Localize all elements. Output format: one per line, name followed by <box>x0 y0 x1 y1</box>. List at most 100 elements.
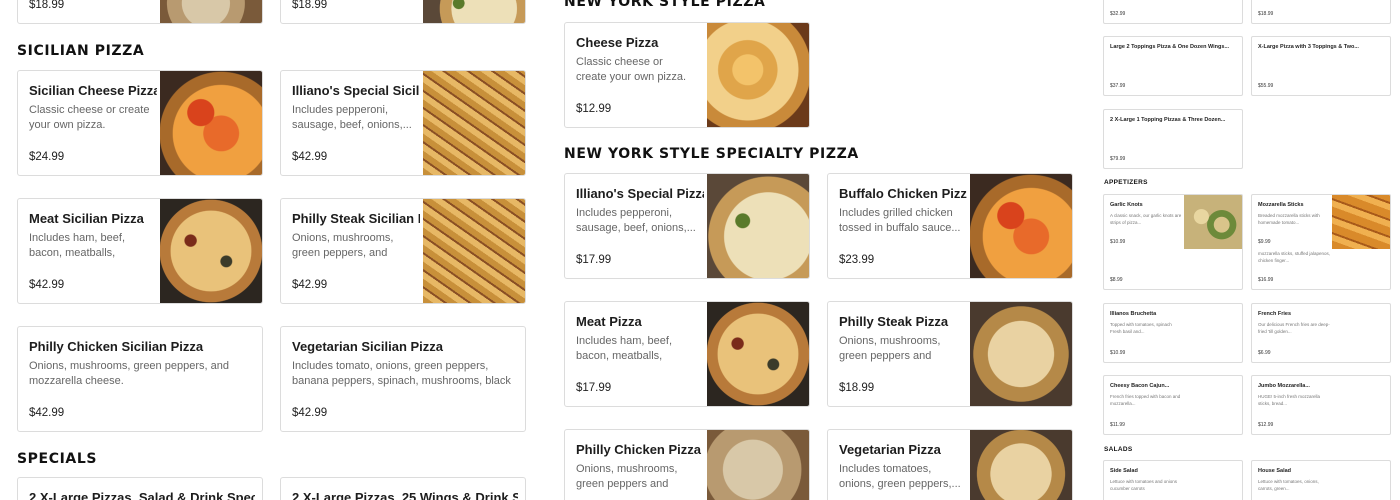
item-price: $32.99 <box>1110 11 1126 17</box>
section-heading-salads: SALADS <box>1104 446 1133 453</box>
item-description: Breaded mozzarella sticks with homemade … <box>1258 213 1320 225</box>
item-description: Classic cheese or create your own pizza. <box>29 104 150 131</box>
item-name: Meat Pizza <box>576 314 642 329</box>
menu-item-philly-steak-sicilian[interactable]: Philly Steak Sicilian Pizza Onions, mush… <box>280 198 526 304</box>
item-price: $17.99 <box>576 254 612 266</box>
item-name: X-Large Pizza with 3 Toppings & Two... <box>1258 44 1359 50</box>
item-name: French Fries <box>1258 311 1292 317</box>
item-price: $11.99 <box>1110 422 1125 428</box>
item-photo <box>970 430 1072 500</box>
menu-item-cheese-pizza[interactable]: Cheese Pizza Classic cheese or create yo… <box>564 22 810 128</box>
menu-item-meat-pizza[interactable]: Meat Pizza Includes ham, beef, bacon, me… <box>564 301 810 407</box>
appetizer-card-bruchetta[interactable]: Illianos Bruchetta Topped with tomatoes,… <box>1103 303 1243 363</box>
item-name: Vegetarian Pizza <box>839 442 941 457</box>
item-name: Philly Steak Sicilian Pizza <box>292 211 420 226</box>
menu-item-special-salad[interactable]: 2 X-Large Pizzas, Salad & Drink Special <box>17 477 263 500</box>
item-price: $42.99 <box>292 151 328 163</box>
item-price: $9.99 <box>1258 239 1271 245</box>
item-price: $79.99 <box>1110 156 1126 162</box>
salad-card-side[interactable]: Side Salad Lettuce with tomatoes and oni… <box>1103 460 1243 500</box>
menu-item-card[interactable]: $18.99 <box>280 0 526 24</box>
item-photo <box>970 302 1072 406</box>
item-price-secondary: $16.99 <box>1258 277 1274 283</box>
item-description: Lettuce with tomatoes and onions cucumbe… <box>1110 479 1178 491</box>
item-photo <box>160 0 262 23</box>
item-price: $42.99 <box>29 407 65 419</box>
menu-item-sicilian-cheese[interactable]: Sicilian Cheese Pizza Classic cheese or … <box>17 70 263 176</box>
item-name: Philly Chicken Pizza <box>576 442 701 457</box>
item-name: 2 X-Large 1 Topping Pizzas & Three Dozen… <box>1110 117 1226 123</box>
item-name: Vegetarian Sicilian Pizza <box>292 339 444 354</box>
item-description: Includes tomatoes, onions, green peppers… <box>839 463 961 490</box>
item-photo <box>707 430 809 500</box>
item-description: Includes pepperoni, sausage, beef, onion… <box>576 207 696 234</box>
item-name: Illiano's Special Pizza <box>576 186 704 201</box>
item-name: Illiano's Special Sicilian Pizza <box>292 83 420 98</box>
item-description: French fries topped with bacon and mozza… <box>1110 394 1181 406</box>
item-name: Philly Steak Pizza <box>839 314 949 329</box>
item-price: $23.99 <box>839 254 875 266</box>
item-price-secondary: $8.99 <box>1110 277 1123 283</box>
item-price: $12.99 <box>1258 422 1274 428</box>
special-card[interactable]: X-Large Pizza with 3 Toppings & Two... $… <box>1251 36 1391 96</box>
item-price: $18.99 <box>29 0 65 11</box>
special-card[interactable]: $32.99 <box>1103 0 1243 24</box>
item-description-secondary: mozzarella sticks, stuffed jalapenos, ch… <box>1258 251 1330 263</box>
special-card[interactable]: 2 X-Large 1 Topping Pizzas & Three Dozen… <box>1103 109 1243 169</box>
item-name: 2 X-Large Pizzas, Salad & Drink Special <box>29 490 255 500</box>
section-heading-sicilian: SICILIAN PIZZA <box>17 43 145 59</box>
item-description: Includes ham, beef, bacon, meatballs, sa… <box>576 335 673 366</box>
menu-item-illianos-special[interactable]: Illiano's Special Pizza Includes peppero… <box>564 173 810 279</box>
menu-item-meat-sicilian[interactable]: Meat Sicilian Pizza Includes ham, beef, … <box>17 198 263 304</box>
appetizer-card-mozzarella-sticks[interactable]: Mozzarella Sticks Breaded mozzarella sti… <box>1251 194 1391 290</box>
menu-item-philly-chicken[interactable]: Philly Chicken Pizza Onions, mushrooms, … <box>564 429 810 500</box>
menu-item-special-wings[interactable]: 2 X-Large Pizzas, 25 Wings & Drink Speci… <box>280 477 526 500</box>
item-price: $37.99 <box>1110 83 1126 89</box>
item-price: $12.99 <box>576 103 612 115</box>
item-price: $10.99 <box>1110 239 1126 245</box>
item-description: Onions, mushrooms, green peppers, and mo… <box>29 360 229 387</box>
menu-item-philly-chicken-sicilian[interactable]: Philly Chicken Sicilian Pizza Onions, mu… <box>17 326 263 432</box>
item-photo <box>160 71 262 175</box>
special-card[interactable]: $18.99 <box>1251 0 1391 24</box>
item-name: Mozzarella Sticks <box>1258 202 1304 208</box>
appetizer-card-garlic-knots[interactable]: Garlic Knots A classic snack, our garlic… <box>1103 194 1243 290</box>
item-price: $18.99 <box>839 382 875 394</box>
item-photo <box>707 174 809 278</box>
special-card[interactable]: Large 2 Toppings Pizza & One Dozen Wings… <box>1103 36 1243 96</box>
item-price: $55.99 <box>1258 83 1274 89</box>
appetizer-card-french-fries[interactable]: French Fries Our delicious French fries … <box>1251 303 1391 363</box>
menu-item-vegetarian-sicilian[interactable]: Vegetarian Sicilian Pizza Includes tomat… <box>280 326 526 432</box>
menu-item-illianos-special-sicilian[interactable]: Illiano's Special Sicilian Pizza Include… <box>280 70 526 176</box>
section-heading-appetizers: APPETIZERS <box>1104 179 1148 186</box>
item-name: Cheesy Bacon Cajun... <box>1110 383 1170 389</box>
appetizer-card-cheesy-bacon[interactable]: Cheesy Bacon Cajun... French fries toppe… <box>1103 375 1243 435</box>
menu-item-card[interactable]: $18.99 <box>17 0 263 24</box>
item-name: Buffalo Chicken Pizza <box>839 186 967 201</box>
section-heading-ny-specialty: NEW YORK STYLE SPECIALTY PIZZA <box>564 146 859 162</box>
salad-card-house[interactable]: House Salad Lettuce with tomatoes, onion… <box>1251 460 1391 500</box>
item-description: A classic snack, our garlic knots are st… <box>1110 213 1182 225</box>
item-description: Includes tomato, onions, green peppers, … <box>292 360 511 391</box>
menu-item-philly-steak[interactable]: Philly Steak Pizza Onions, mushrooms, gr… <box>827 301 1073 407</box>
section-heading-ny-style: NEW YORK STYLE PIZZA <box>564 0 766 10</box>
item-description: Includes pepperoni, sausage, beef, onion… <box>292 104 412 131</box>
item-photo <box>707 302 809 406</box>
item-name: Philly Chicken Sicilian Pizza <box>29 339 204 354</box>
item-name: 2 X-Large Pizzas, 25 Wings & Drink Speci… <box>292 490 518 500</box>
item-photo <box>423 0 525 23</box>
appetizer-card-jumbo-mozzarella[interactable]: Jumbo Mozzarella... HUGE! 5-inch fresh m… <box>1251 375 1391 435</box>
menu-item-buffalo-chicken[interactable]: Buffalo Chicken Pizza Includes grilled c… <box>827 173 1073 279</box>
item-description: Lettuce with tomatoes, onions, carrots, … <box>1258 479 1319 491</box>
item-description: Includes grilled chicken tossed in buffa… <box>839 207 961 234</box>
item-description: Onions, mushrooms, green peppers and moz… <box>839 335 941 366</box>
item-name: Cheese Pizza <box>576 35 659 50</box>
item-price: $10.99 <box>1110 350 1126 356</box>
item-description: Onions, mushrooms, green peppers, and mo… <box>292 232 394 263</box>
section-heading-specials: SPECIALS <box>17 451 98 467</box>
item-name: Large 2 Toppings Pizza & One Dozen Wings… <box>1110 44 1230 50</box>
item-name: Side Salad <box>1110 468 1138 474</box>
item-photo <box>970 174 1072 278</box>
menu-item-vegetarian[interactable]: Vegetarian Pizza Includes tomatoes, onio… <box>827 429 1073 500</box>
item-name: Garlic Knots <box>1110 202 1143 208</box>
